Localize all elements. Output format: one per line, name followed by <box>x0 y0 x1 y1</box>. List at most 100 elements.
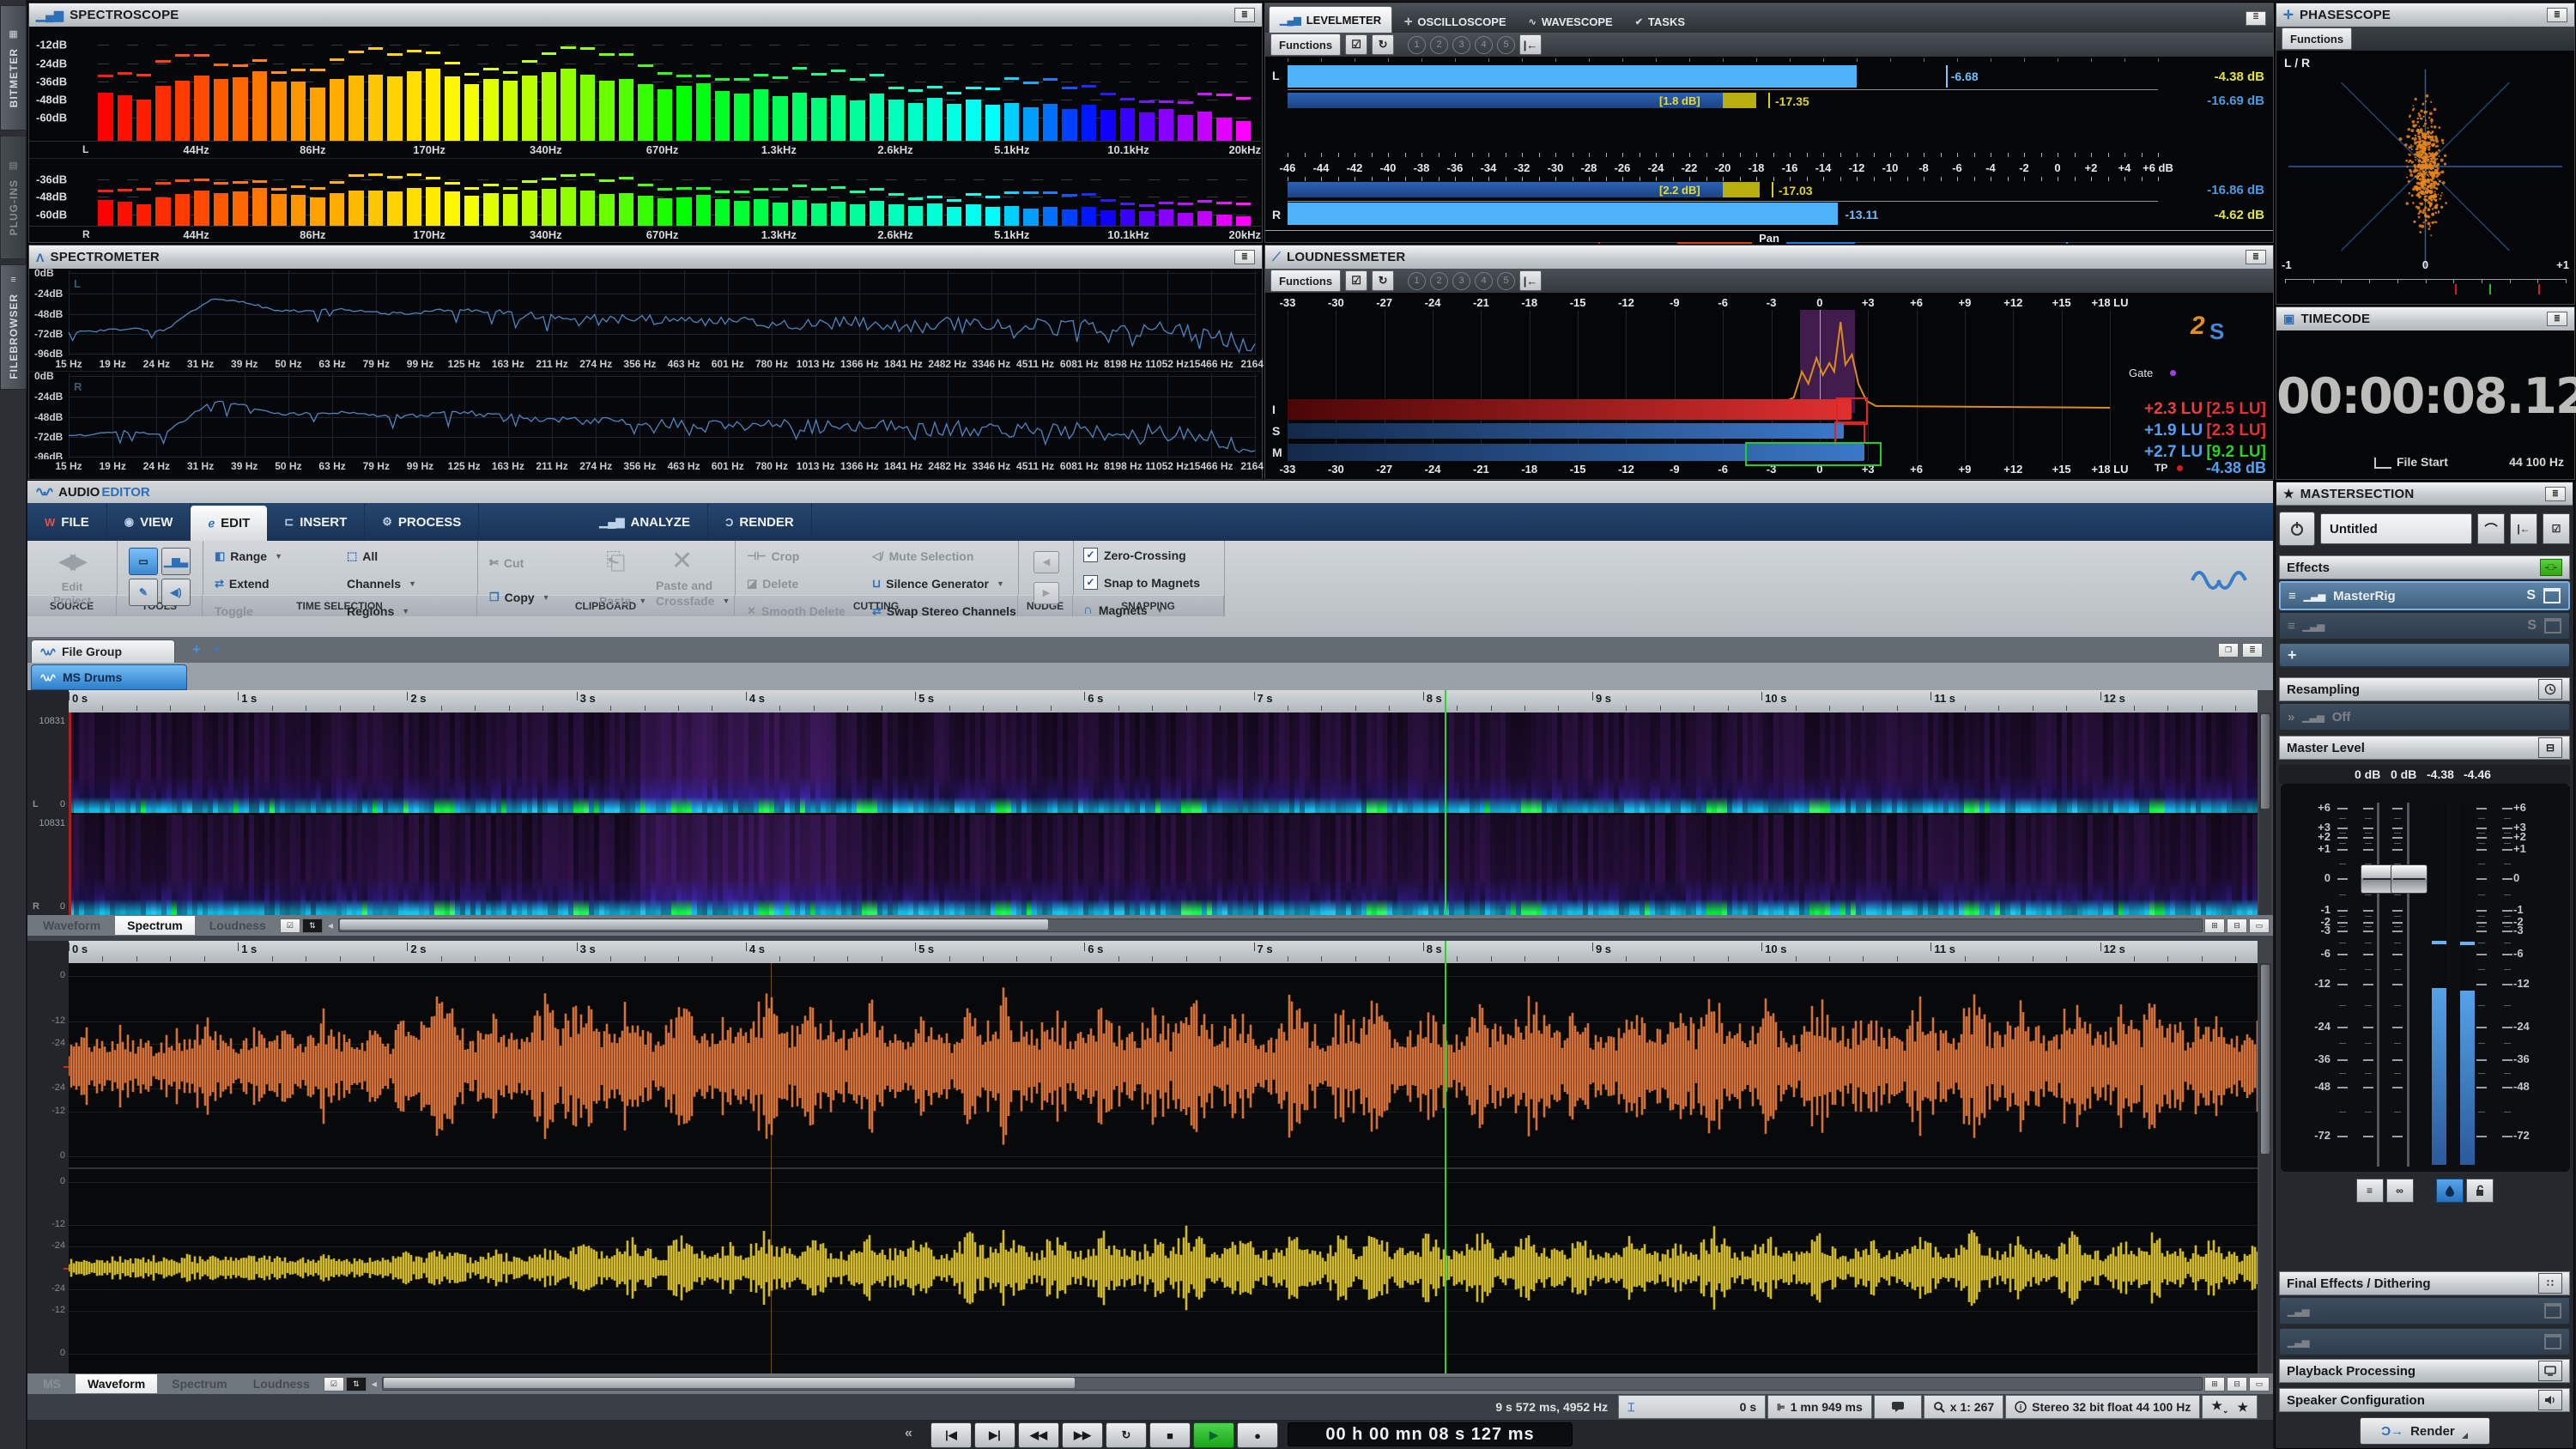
ribbon-tab-process[interactable]: ⚙ PROCESS <box>365 503 480 541</box>
functions-button[interactable]: Functions <box>2282 27 2353 50</box>
go-end-button[interactable]: ▶| <box>974 1422 1015 1448</box>
loop-button[interactable]: ↻ <box>1106 1422 1147 1448</box>
render-button[interactable]: Ɔ→ Render <box>2359 1417 2490 1445</box>
pane-sync-icon[interactable]: ⇅ <box>301 918 323 933</box>
master-level-section-header[interactable]: Master Level ⊟ <box>2279 736 2570 760</box>
panel-menu-icon[interactable]: ≣ <box>1234 8 1255 22</box>
file-group-tab[interactable]: File Group <box>31 640 175 663</box>
effect-slot-empty[interactable]: ≡ ▁▃▅ S <box>2279 612 2570 640</box>
spectrogram-scrollbar-vertical[interactable] <box>2259 712 2271 915</box>
dropdown-icon[interactable]: ▼ <box>997 579 1004 588</box>
monitor-point-icon[interactable] <box>2435 1179 2464 1203</box>
smart-bypass-icon[interactable]: ⌒ <box>2477 513 2505 544</box>
rail-tab-plugins[interactable]: ▤ PLUG-INS <box>0 136 27 259</box>
presets-cell[interactable]: ★⌄ ★ <box>2202 1395 2258 1419</box>
rail-tab-bitmeter[interactable]: ▦ BITMETER <box>0 5 27 130</box>
file-length-cell[interactable]: ⊫ 1 mn 949 ms <box>1767 1395 1872 1419</box>
dropdown-icon[interactable]: ▼ <box>275 552 282 561</box>
effects-chain-icon[interactable]: -□- <box>2540 559 2562 576</box>
collapse-transport-icon[interactable]: « <box>905 1426 912 1441</box>
preset-5-button[interactable]: 5 <box>1497 35 1516 54</box>
magnets-button[interactable]: ∩ Magnets ▼ <box>1083 603 1164 617</box>
functions-button[interactable]: Functions <box>1270 270 1342 292</box>
dropdown-icon[interactable]: ▼ <box>722 597 730 605</box>
unlink-faders-icon[interactable]: ≡ <box>2355 1179 2384 1203</box>
zoom-cell[interactable]: x 1: 267 <box>1923 1395 2004 1419</box>
checkbox-icon[interactable]: ✓ <box>1083 575 1098 590</box>
play-button[interactable]: ▶ <box>1193 1422 1234 1448</box>
forward-button[interactable]: ▶▶ <box>1062 1422 1103 1448</box>
annotation-button[interactable] <box>1873 1395 1922 1419</box>
toggle-button[interactable]: Toggle <box>215 604 253 618</box>
reset-icon[interactable]: ↻ <box>1372 34 1395 55</box>
channels-button[interactable]: Channels ▼ <box>347 577 416 591</box>
resampling-slot[interactable]: » ▁▃▅ Off <box>2279 703 2570 731</box>
checkbox-icon[interactable]: ✓ <box>1083 548 1098 562</box>
range-button[interactable]: ◧ Range ▼ <box>215 549 282 563</box>
meter-tab-oscilloscope[interactable]: ✛ OSCILLOSCOPE <box>1394 10 1517 33</box>
record-button[interactable]: ● <box>1237 1422 1278 1448</box>
reset-meters-icon[interactable]: |← <box>1519 270 1543 291</box>
view-tab-loudness[interactable]: Loudness <box>197 916 278 935</box>
zoom-out-icon[interactable]: ⊟ <box>2227 918 2247 933</box>
reset-master-icon[interactable]: |← <box>2510 513 2537 544</box>
panel-menu-icon[interactable]: ≣ <box>2246 11 2266 26</box>
stop-button[interactable]: ■ <box>1149 1422 1191 1448</box>
paste-crossfade-button[interactable]: Paste and <box>656 579 712 592</box>
ribbon-tab-analyze[interactable]: ▁▄▆ ANALYZE <box>582 503 708 541</box>
panel-menu-icon[interactable]: ≣ <box>2545 486 2566 501</box>
waveform-view[interactable] <box>69 963 2258 1373</box>
pane-menu-icon[interactable]: ≣ <box>2242 643 2263 658</box>
monitor-icon[interactable] <box>2538 1361 2562 1381</box>
cut-button[interactable]: ✄ Cut <box>489 556 524 570</box>
regions-button[interactable]: Regions ▼ <box>347 604 409 618</box>
file-tab-ms-drums[interactable]: MS Drums <box>31 664 187 690</box>
resampling-clock-icon[interactable] <box>2538 679 2562 700</box>
preset-5-button[interactable]: 5 <box>1497 271 1516 290</box>
preset-3-button[interactable]: 3 <box>1452 271 1471 290</box>
preset-1-button[interactable]: 1 <box>1408 35 1427 54</box>
waveform-scrollbar-vertical[interactable] <box>2259 963 2271 1373</box>
view-tab-spectrum[interactable]: Spectrum <box>114 915 196 936</box>
zoom-fit-icon[interactable]: ▭ <box>2249 1376 2270 1391</box>
view-tab-waveform[interactable]: Waveform <box>31 916 112 935</box>
master-power-button[interactable] <box>2279 512 2315 546</box>
spectrum-tool[interactable]: ▁▆▃ <box>161 548 191 575</box>
copy-button[interactable]: ❐ Copy ▼ <box>489 591 550 604</box>
final-effect-slot-2[interactable]: ▁▃▅ <box>2279 1328 2570 1355</box>
spectrogram-time-ruler[interactable]: 0 s 1 s 2 s 3 s 4 s 5 s 6 s 7 s 8 s 9 s 10 s 11 s 12… <box>69 690 2258 713</box>
meter-tab-levelmeter[interactable]: ▁▄▆ LEVELMETER <box>1269 6 1393 33</box>
panel-menu-icon[interactable]: ≣ <box>1234 250 1255 264</box>
preset-3-button[interactable]: 3 <box>1452 35 1471 54</box>
snap-to-magnets-checkbox[interactable]: ✓ Snap to Magnets <box>1083 575 1200 590</box>
add-tab-button[interactable]: + <box>192 641 201 658</box>
solo-icon[interactable]: S <box>2526 588 2536 603</box>
zoom-in-icon[interactable]: ⊞ <box>2204 918 2225 933</box>
swap-stereo-button[interactable]: ⇄ Swap Stereo Channels <box>872 604 1016 618</box>
zoom-in-icon[interactable]: ⊞ <box>2204 1376 2225 1391</box>
nudge-left-button[interactable]: ◀ <box>1033 551 1059 573</box>
spectrometer-header[interactable]: Λ SPECTROMETER ≣ <box>29 246 1262 270</box>
add-effect-icon[interactable]: + <box>2288 646 2297 664</box>
effects-section-header[interactable]: Effects -□- <box>2279 555 2570 579</box>
all-button[interactable]: ⬚ All <box>347 549 378 563</box>
master-preset-field[interactable]: Untitled <box>2320 513 2472 544</box>
panel-menu-icon[interactable]: ≣ <box>2246 250 2266 264</box>
waveform-time-ruler[interactable]: 0 s 1 s 2 s 3 s 4 s 5 s 6 s 7 s 8 s 9 s 10 s 11 s 12… <box>69 941 2258 964</box>
zoom-out-icon[interactable]: ⊟ <box>2227 1376 2247 1391</box>
tab-list-dropdown-icon[interactable]: ▼ <box>213 646 221 655</box>
silence-generator-button[interactable]: ⊔ Silence Generator ▼ <box>872 577 1004 591</box>
unlock-icon[interactable] <box>2465 1179 2494 1203</box>
ribbon-tab-insert[interactable]: ⊏ INSERT <box>267 503 366 541</box>
ribbon-tab-render[interactable]: Ɔ RENDER <box>708 503 812 541</box>
pane-sync-icon[interactable]: ⇅ <box>345 1376 367 1391</box>
dropdown-icon[interactable]: ▼ <box>639 597 646 605</box>
dropdown-icon[interactable]: ▼ <box>409 579 416 588</box>
panel-menu-icon[interactable]: ≣ <box>2547 8 2567 22</box>
preset-4-button[interactable]: 4 <box>1475 35 1494 54</box>
scroll-left-icon[interactable]: ◂ <box>328 919 333 931</box>
pane-options-icon[interactable]: ☑ <box>279 918 300 933</box>
view-tab-waveform[interactable]: Waveform <box>75 1373 159 1394</box>
final-effect-slot-1[interactable]: ▁▃▅ <box>2279 1297 2570 1325</box>
dropdown-icon[interactable]: ▼ <box>402 607 409 615</box>
